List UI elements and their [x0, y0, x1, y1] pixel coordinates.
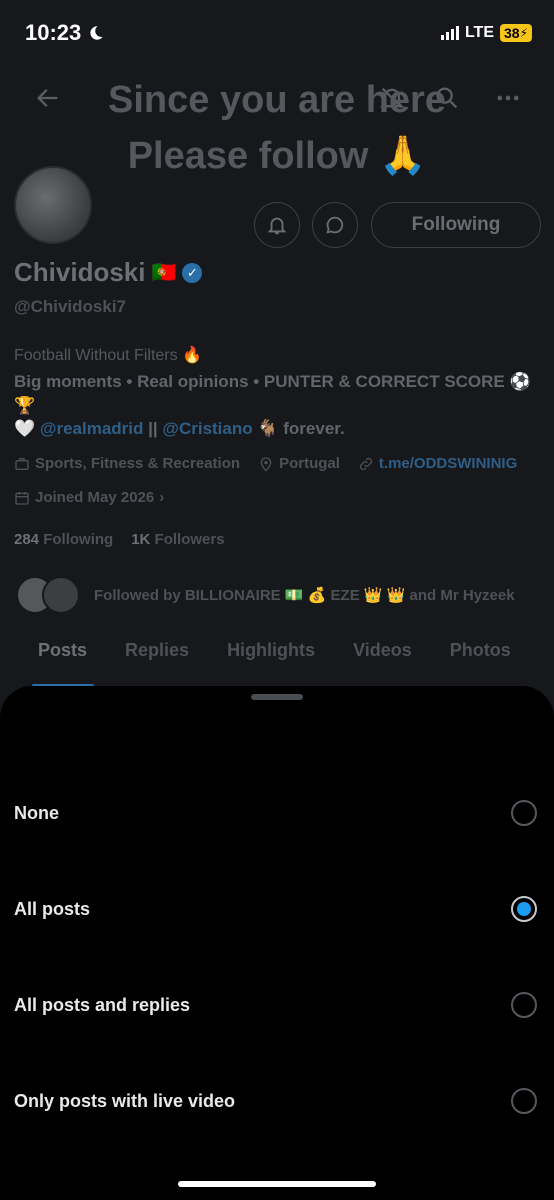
tab-highlights[interactable]: Highlights — [208, 640, 334, 661]
followers-stat-label: Followers — [154, 531, 225, 548]
option-label: None — [14, 802, 59, 823]
display-name: Chividoski — [14, 257, 146, 287]
profile-meta: Sports, Fitness & Recreation Portugal t.… — [14, 455, 517, 472]
category-item: Sports, Fitness & Recreation — [14, 455, 240, 472]
option-live-video-only[interactable]: Only posts with live video — [0, 1071, 554, 1131]
location-pin-icon — [260, 456, 272, 472]
website-item[interactable]: t.me/ODDSWININIG — [358, 455, 517, 472]
option-label: All posts — [14, 898, 91, 919]
mention-link-realmadrid[interactable]: @realmadrid — [40, 419, 144, 438]
bio-separator: || — [143, 419, 163, 438]
location-label: Portugal — [279, 455, 340, 472]
following-stat-label: Following — [43, 531, 114, 548]
flag-emoji: 🇵🇹 — [151, 262, 177, 284]
option-label: All posts and replies — [14, 994, 191, 1015]
clock: 10:23 — [25, 20, 82, 45]
chat-bubble-icon — [326, 216, 344, 234]
followers-count: 1K — [131, 531, 151, 548]
tab-replies[interactable]: Replies — [106, 640, 208, 661]
overlay-text-line-2: Please follow 🙏 — [127, 135, 427, 177]
profile-tabs: Posts Replies Highlights Videos Photos — [0, 640, 554, 661]
network-label: LTE — [464, 24, 494, 41]
joined-label: Joined May 2026 — [35, 489, 155, 506]
tab-photos[interactable]: Photos — [431, 640, 530, 661]
option-all-posts-and-replies[interactable]: All posts and replies — [0, 975, 554, 1035]
radio-button[interactable] — [511, 1088, 537, 1114]
radio-button[interactable] — [511, 992, 537, 1018]
profile-avatar[interactable] — [14, 166, 92, 244]
bio-suffix: 🐐 forever. — [252, 419, 345, 438]
tab-videos[interactable]: Videos — [334, 640, 431, 661]
notification-settings-sheet: None All posts All posts and replies Onl… — [0, 686, 554, 1200]
joined-item: Joined May 2026 › — [14, 489, 164, 506]
following-count: 284 — [14, 531, 40, 548]
followed-by-avatars — [16, 576, 80, 614]
bell-icon — [267, 217, 287, 235]
overlay-text-line-1: Since you are here — [108, 79, 446, 121]
message-button[interactable] — [312, 202, 358, 248]
bio-line-2: Big moments • Real opinions • PUNTER & C… — [14, 372, 531, 415]
bio-line-3: 🤍 @realmadrid || @Cristiano 🐐 forever. — [14, 419, 345, 439]
bio-prefix: 🤍 — [14, 419, 40, 438]
battery-icon: 38 ⚡ — [499, 24, 532, 42]
bio-line-1: Football Without Filters 🔥 — [14, 347, 202, 364]
briefcase-icon — [15, 457, 29, 470]
option-all-posts[interactable]: All posts — [0, 879, 554, 939]
tab-posts[interactable]: Posts — [0, 640, 106, 661]
followers-stat[interactable]: 1K Followers — [131, 531, 224, 548]
verified-badge-icon: ✓ — [182, 262, 203, 283]
category-label: Sports, Fitness & Recreation — [35, 455, 241, 472]
option-label: Only posts with live video — [14, 1090, 236, 1111]
calendar-icon — [15, 491, 29, 505]
signal-icon — [440, 26, 459, 40]
chevron-right-icon: › — [159, 489, 165, 506]
joined-row[interactable]: Joined May 2026 › — [14, 489, 164, 506]
home-indicator[interactable] — [178, 1181, 376, 1187]
website-link[interactable]: t.me/ODDSWININIG — [379, 455, 517, 472]
radio-button-checked[interactable] — [511, 896, 537, 922]
profile-name: Chividoski 🇵🇹 ✓ — [14, 257, 203, 288]
link-icon — [359, 457, 373, 470]
moon-icon — [90, 26, 104, 40]
followed-by-text: Followed by BILLIONAIRE 💵 💰 EZE 👑 👑 and … — [94, 587, 515, 604]
status-time: 10:23 — [25, 20, 105, 46]
profile-handle: @Chividoski7 — [14, 297, 126, 316]
follow-stats: 284 Following 1K Followers — [14, 531, 225, 548]
follower-avatar — [42, 576, 80, 614]
radio-button[interactable] — [511, 800, 537, 826]
following-button[interactable]: Following — [371, 202, 541, 248]
status-indicators: LTE 38 ⚡ — [440, 24, 532, 42]
location-item: Portugal — [258, 455, 340, 472]
option-none[interactable]: None — [0, 783, 554, 843]
battery-level: 38 — [503, 25, 520, 41]
mention-link-cristiano[interactable]: @Cristiano — [162, 419, 252, 438]
sheet-grabber[interactable] — [251, 694, 303, 700]
following-stat[interactable]: 284 Following — [14, 531, 113, 548]
notification-bell-button[interactable] — [254, 202, 300, 248]
followed-by-row[interactable]: Followed by BILLIONAIRE 💵 💰 EZE 👑 👑 and … — [16, 576, 515, 614]
